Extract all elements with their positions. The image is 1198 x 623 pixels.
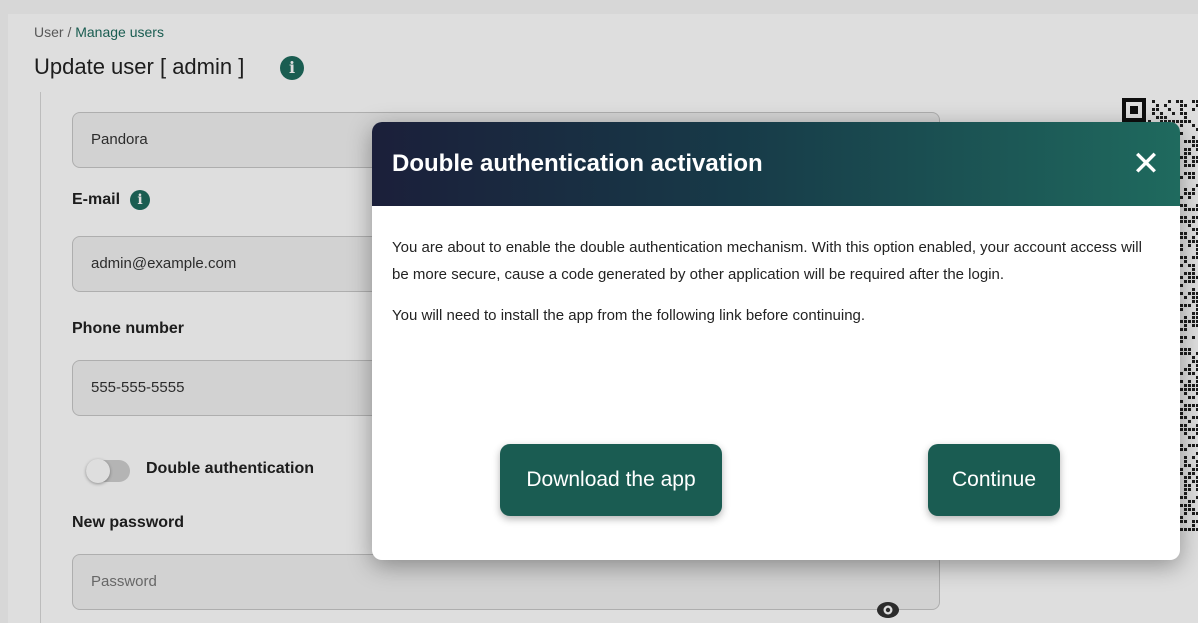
modal-title: Double authentication activation	[392, 150, 763, 177]
download-app-button[interactable]: Download the app	[500, 444, 722, 516]
modal-paragraph-2: You will need to install the app from th…	[392, 307, 866, 324]
modal-paragraph-1: You are about to enable the double authe…	[392, 239, 1142, 283]
modal-header: Double authentication activation ✕	[372, 122, 1180, 206]
modal-body: You are about to enable the double authe…	[392, 234, 1162, 343]
double-auth-modal: Double authentication activation ✕ You a…	[372, 122, 1180, 560]
continue-button[interactable]: Continue	[928, 444, 1060, 516]
close-icon[interactable]: ✕	[1126, 144, 1166, 184]
